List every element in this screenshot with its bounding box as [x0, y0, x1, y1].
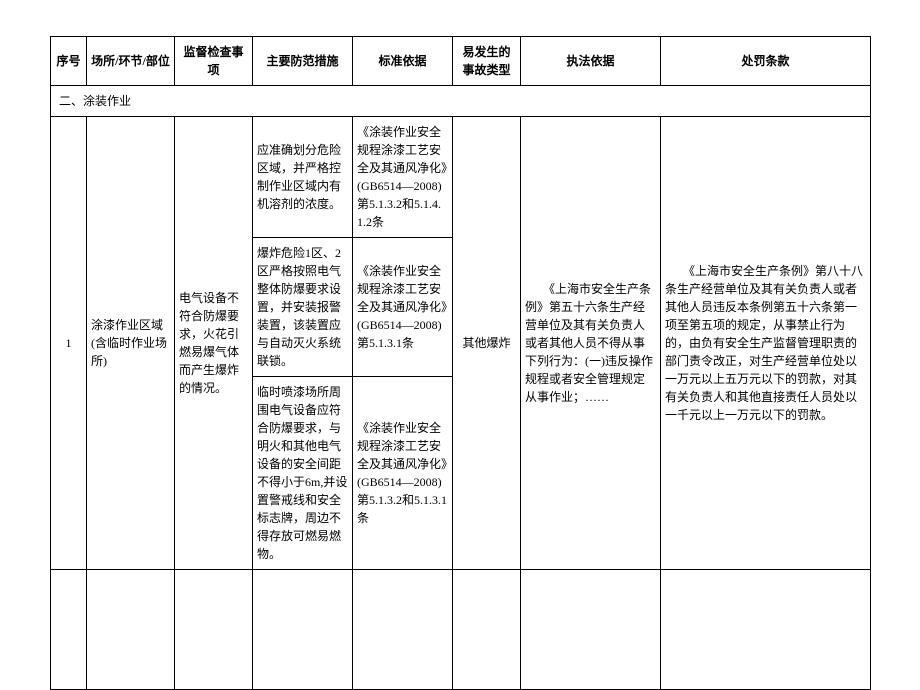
empty-row	[51, 570, 871, 690]
section-row: 二、涂装作业	[51, 86, 871, 117]
section-title: 二、涂装作业	[51, 86, 871, 117]
header-row: 序号 场所/环节/部位 监督检查事项 主要防范措施 标准依据 易发生的事故类型 …	[51, 37, 871, 86]
cell-penalty: 《上海市安全生产条例》第八十八条生产经营单位及其有关负责人或者其他人员违反本条例…	[661, 117, 871, 570]
cell-measure-2: 爆炸危险1区、2区严格按照电气整体防爆要求设置，并安装报警装置，该装置应与自动灭…	[253, 238, 353, 377]
header-measures: 主要防范措施	[253, 37, 353, 86]
header-seq: 序号	[51, 37, 87, 86]
header-penalty: 处罚条款	[661, 37, 871, 86]
cell-measure-3: 临时喷漆场所周围电气设备应符合防爆要求，与明火和其他电气设备的安全间距不得小于6…	[253, 377, 353, 570]
inspection-table: 序号 场所/环节/部位 监督检查事项 主要防范措施 标准依据 易发生的事故类型 …	[50, 36, 871, 690]
cell-standard-3: 《涂装作业安全规程涂漆工艺安全及其通风净化》(GB6514—2008)第5.1.…	[353, 377, 453, 570]
header-inspection: 监督检查事项	[175, 37, 253, 86]
header-location: 场所/环节/部位	[87, 37, 175, 86]
cell-inspection: 电气设备不符合防爆要求，火花引燃易爆气体而产生爆炸的情况。	[175, 117, 253, 570]
cell-standard-1: 《涂装作业安全规程涂漆工艺安全及其通风净化》(GB6514—2008)第5.1.…	[353, 117, 453, 238]
cell-enforcement: 《上海市安全生产条例》第五十六条生产经营单位及其有关负责人或者其他人员不得从事下…	[521, 117, 661, 570]
cell-location: 涂漆作业区域(含临时作业场所)	[87, 117, 175, 570]
cell-standard-2: 《涂装作业安全规程涂漆工艺安全及其通风净化》(GB6514—2008)第5.1.…	[353, 238, 453, 377]
cell-accident-type: 其他爆炸	[453, 117, 521, 570]
header-accident-type: 易发生的事故类型	[453, 37, 521, 86]
header-standard: 标准依据	[353, 37, 453, 86]
cell-measure-1: 应准确划分危险区域，并严格控制作业区域内有机溶剂的浓度。	[253, 117, 353, 238]
header-enforcement: 执法依据	[521, 37, 661, 86]
table-row: 1 涂漆作业区域(含临时作业场所) 电气设备不符合防爆要求，火花引燃易爆气体而产…	[51, 117, 871, 238]
cell-seq: 1	[51, 117, 87, 570]
